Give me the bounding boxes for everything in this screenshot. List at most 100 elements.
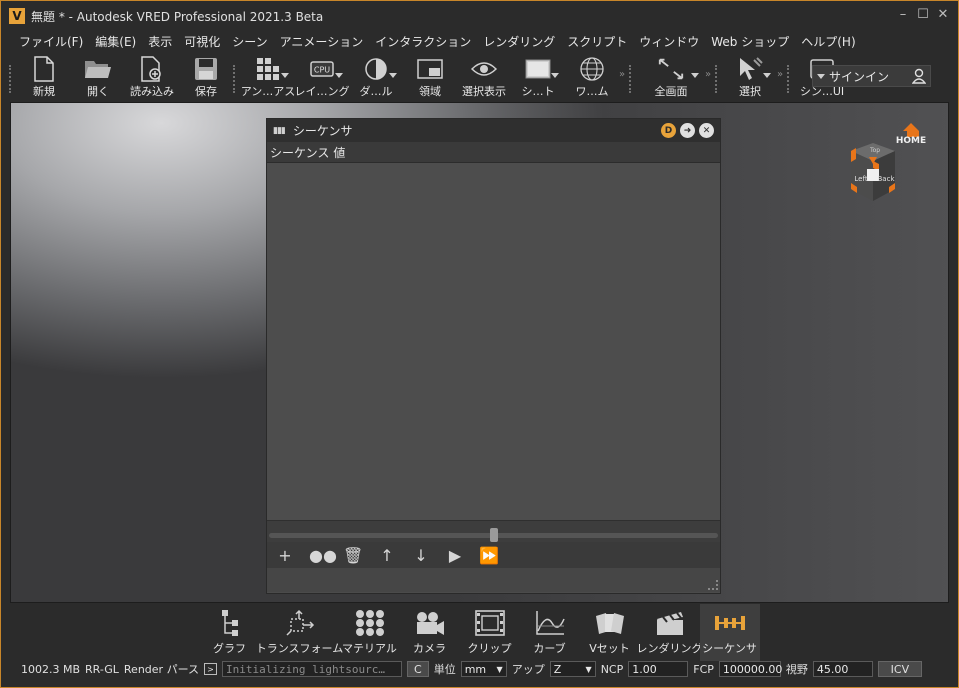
window-controls: – ☐ ✕ <box>896 7 950 22</box>
select-dropdown-icon[interactable] <box>763 73 771 78</box>
film-clip-icon <box>473 607 507 639</box>
icv-button[interactable]: ICV <box>877 661 922 677</box>
menu-rendering[interactable]: レンダリング <box>477 33 561 50</box>
toolbar-grip-2[interactable] <box>233 65 237 93</box>
fullscreen-dropdown-icon[interactable] <box>691 73 699 78</box>
darkwall-button[interactable]: ダ…ル <box>349 51 403 99</box>
unit-chevron-down-icon: ▼ <box>496 664 503 674</box>
vset-cards-icon <box>593 607 627 639</box>
module-material[interactable]: マテリアル <box>340 604 400 661</box>
fullscreen-button[interactable]: 全画面 <box>637 51 705 99</box>
up-chevron-down-icon: ▼ <box>585 664 592 674</box>
module-clip-label: クリップ <box>467 642 512 655</box>
play-all-icon[interactable]: ⏩ <box>479 546 499 565</box>
close-icon[interactable]: ✕ <box>936 7 950 22</box>
resize-grip-icon[interactable] <box>708 580 718 590</box>
move-down-icon[interactable]: ↓ <box>411 546 431 565</box>
scroll-thumb[interactable] <box>490 528 498 542</box>
wireframe-button[interactable]: ワ…ム <box>565 51 619 99</box>
record-icon[interactable]: ●● <box>309 546 337 565</box>
raytracing-dropdown-icon[interactable] <box>335 73 343 78</box>
ncp-label: NCP <box>600 662 624 676</box>
dock-badge-icon[interactable]: D <box>661 123 676 138</box>
module-clip[interactable]: クリップ <box>460 604 520 661</box>
module-curve[interactable]: カーブ <box>520 604 580 661</box>
sequencer-footer <box>267 568 720 592</box>
module-vset[interactable]: Vセット <box>580 604 640 661</box>
raytracing-button[interactable]: CPU レイ…ング <box>294 51 350 99</box>
play-icon[interactable]: ▶ <box>445 546 465 565</box>
sequencer-grip-icon[interactable]: ▮▮▮ <box>273 126 286 136</box>
menu-visualization[interactable]: 可視化 <box>178 33 226 50</box>
sequence-list[interactable] <box>267 163 720 520</box>
sequencer-header[interactable]: ▮▮▮ シーケンサ D ➜ ✕ <box>267 119 720 142</box>
maximize-icon[interactable]: ☐ <box>916 7 930 22</box>
ncp-input[interactable]: 1.00 <box>628 661 689 677</box>
unit-select[interactable]: mm ▼ <box>460 661 507 677</box>
region-label: 領域 <box>419 85 441 98</box>
signin-dropdown[interactable]: サインイン <box>812 65 931 87</box>
toolbar-overflow-icon-3[interactable]: » <box>777 69 787 80</box>
import-button[interactable]: 読み込み <box>125 51 179 99</box>
toolbar-overflow-icon[interactable]: » <box>619 69 629 80</box>
menu-scene[interactable]: シーン <box>226 33 273 50</box>
add-sequence-icon[interactable]: + <box>275 546 295 565</box>
delete-trash-icon[interactable]: 🗑 <box>343 546 363 565</box>
menu-edit[interactable]: 編集(E) <box>89 33 142 50</box>
menu-interaction[interactable]: インタラクション <box>369 33 477 50</box>
module-transform[interactable]: トランスフォーム <box>256 604 343 661</box>
undock-arrow-icon[interactable]: ➜ <box>680 123 695 138</box>
minimize-icon[interactable]: – <box>896 7 910 22</box>
title-bar: V 無題 * - Autodesk VRED Professional 2021… <box>1 1 958 31</box>
folder-open-icon <box>84 55 112 82</box>
fov-input[interactable]: 45.00 <box>812 661 873 677</box>
darkwall-dropdown-icon[interactable] <box>389 73 397 78</box>
fcp-input[interactable]: 100000.00 <box>718 661 782 677</box>
terminal-icon[interactable]: > <box>204 663 218 675</box>
move-up-icon[interactable]: ↑ <box>377 546 397 565</box>
sheet-button[interactable]: シ…ト <box>511 51 565 99</box>
menu-help[interactable]: ヘルプ(H) <box>795 33 861 50</box>
menu-file[interactable]: ファイル(F) <box>13 33 89 50</box>
log-output-field[interactable]: Initializing lightsourc… <box>222 661 403 677</box>
darkwall-label: ダ…ル <box>359 85 393 98</box>
sequencer-scrollbar[interactable] <box>267 520 720 542</box>
sequencer-toolbar: + ●● 🗑 ↑ ↓ ▶ ⏩ <box>267 542 720 568</box>
cpu-icon: CPU <box>308 55 336 82</box>
raytracing-label: レイ…ング <box>294 85 350 98</box>
sheet-icon <box>524 55 552 82</box>
toolbar-grip[interactable] <box>9 65 13 93</box>
up-axis-select[interactable]: Z ▼ <box>549 661 596 677</box>
menu-window[interactable]: ウィンドウ <box>633 33 705 50</box>
column-value[interactable]: 値 <box>333 144 345 161</box>
user-icon <box>911 68 927 87</box>
module-camera[interactable]: カメラ <box>400 604 460 661</box>
app-window: V 無題 * - Autodesk VRED Professional 2021… <box>0 0 959 688</box>
module-rendering[interactable]: レンダリング <box>637 604 703 661</box>
menu-webshop[interactable]: Web ショップ <box>705 33 795 50</box>
select-button[interactable]: 選択 <box>723 51 777 99</box>
menu-animation[interactable]: アニメーション <box>274 33 370 50</box>
toolbar-grip-3[interactable] <box>629 65 633 93</box>
module-sequencer[interactable]: シーケンサ <box>699 604 760 661</box>
sheet-dropdown-icon[interactable] <box>551 73 559 78</box>
new-button[interactable]: 新規 <box>17 51 71 99</box>
panel-close-icon[interactable]: ✕ <box>699 123 714 138</box>
curve-graph-icon <box>533 607 567 639</box>
save-button[interactable]: 保存 <box>179 51 233 99</box>
column-sequence[interactable]: シーケンス <box>270 144 329 161</box>
module-graph[interactable]: グラフ <box>200 604 260 661</box>
menu-view[interactable]: 表示 <box>142 33 178 50</box>
transform-icon <box>283 607 317 639</box>
toolbar-overflow-icon-2[interactable]: » <box>705 69 715 80</box>
clear-log-button[interactable]: C <box>407 661 429 677</box>
toolbar-grip-4[interactable] <box>715 65 719 93</box>
toolbar-grip-5[interactable] <box>787 65 791 93</box>
antialias-dropdown-icon[interactable] <box>281 73 289 78</box>
antialiasing-button[interactable]: アン…アス <box>241 51 295 99</box>
open-button[interactable]: 開く <box>71 51 125 99</box>
selection-display-button[interactable]: 選択表示 <box>457 51 511 99</box>
region-button[interactable]: 領域 <box>403 51 457 99</box>
menu-script[interactable]: スクリプト <box>561 33 633 50</box>
view-cube[interactable]: HOME Left Back Top <box>839 121 931 211</box>
